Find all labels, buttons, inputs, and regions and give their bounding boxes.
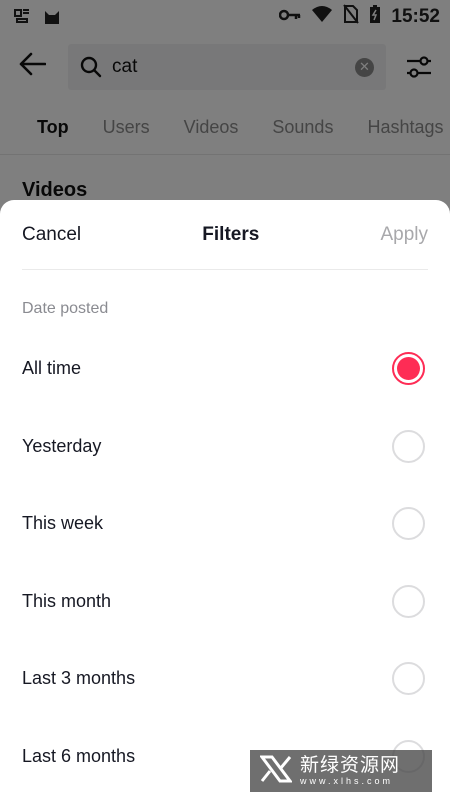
radio-unselected[interactable] (392, 662, 425, 696)
filters-sheet: Cancel Filters Apply Date posted All tim… (0, 200, 450, 800)
option-label: All time (22, 358, 82, 379)
site-watermark: 新绿资源网 www.xlhs.com (250, 750, 432, 792)
cancel-button[interactable]: Cancel (22, 224, 81, 246)
option-yesterday[interactable]: Yesterday (0, 408, 450, 486)
radio-unselected[interactable] (392, 507, 425, 541)
option-label: Last 6 months (22, 745, 136, 766)
watermark-url: www.xlhs.com (300, 776, 394, 786)
date-posted-label: Date posted (22, 300, 109, 317)
option-this-week[interactable]: This week (0, 485, 450, 563)
watermark-logo-icon (259, 755, 293, 788)
sheet-header: Cancel Filters Apply (22, 200, 428, 270)
option-label: Last 3 months (22, 668, 136, 689)
option-last-3-months[interactable]: Last 3 months (0, 640, 450, 718)
sheet-title: Filters (202, 223, 260, 245)
radio-unselected[interactable] (392, 429, 425, 463)
option-all-time[interactable]: All time (0, 330, 450, 408)
option-label: This week (22, 513, 104, 534)
option-label: Yesterday (22, 435, 102, 456)
option-this-month[interactable]: This month (0, 563, 450, 641)
radio-selected[interactable] (392, 352, 425, 386)
radio-unselected[interactable] (392, 584, 425, 618)
apply-button[interactable]: Apply (380, 224, 428, 246)
watermark-text: 新绿资源网 (300, 754, 401, 776)
option-label: This month (22, 590, 112, 611)
